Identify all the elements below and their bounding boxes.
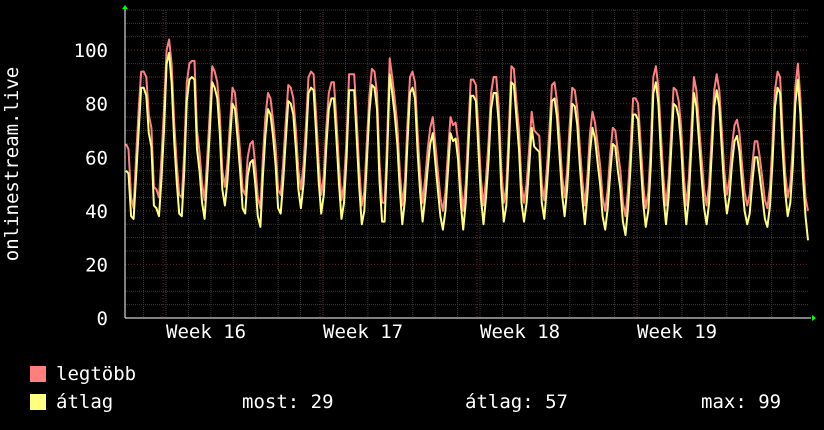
stat-now: most: 29 xyxy=(242,391,334,413)
x-tick-label: Week 18 xyxy=(480,321,560,343)
y-tick-label: 100 xyxy=(74,40,108,62)
legend-swatch-max xyxy=(30,366,46,382)
y-axis-label: onlinestream.live xyxy=(1,67,23,261)
y-tick-label: 0 xyxy=(97,308,108,330)
x-tick-label: Week 17 xyxy=(323,321,403,343)
stat-avg: átlag: 57 xyxy=(465,391,568,413)
y-tick-label: 80 xyxy=(85,94,108,116)
legend-label-avg: átlag xyxy=(56,391,114,413)
y-tick-label: 20 xyxy=(85,254,108,276)
y-tick-label: 60 xyxy=(85,147,108,169)
y-tick-label: 40 xyxy=(85,201,108,223)
x-tick-label: Week 16 xyxy=(166,321,246,343)
y-axis-ticks: 0 20 40 60 80 100 xyxy=(74,40,108,330)
x-tick-label: Week 19 xyxy=(637,321,717,343)
x-axis-arrow xyxy=(812,315,816,321)
legend-label-max: legtöbb xyxy=(56,363,137,385)
stat-max: max: 99 xyxy=(701,391,782,413)
legend-item-avg: átlag xyxy=(30,391,113,413)
x-axis-ticks: Week 16 Week 17 Week 18 Week 19 xyxy=(166,321,717,343)
legend-item-max: legtöbb xyxy=(30,363,136,385)
y-axis-arrow xyxy=(122,5,128,9)
legend-swatch-avg xyxy=(30,394,46,410)
